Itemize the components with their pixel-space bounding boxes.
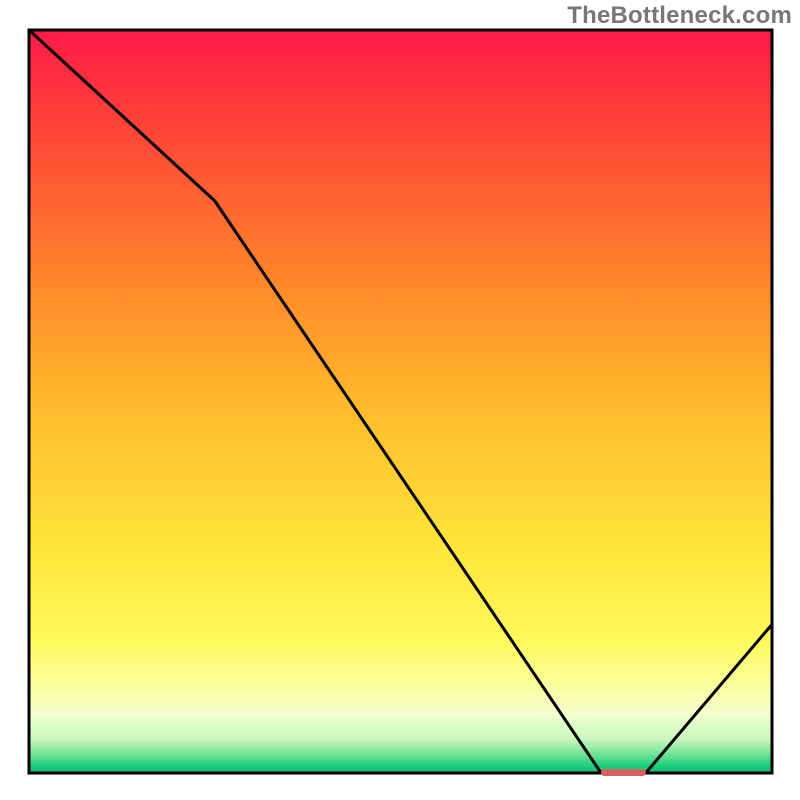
- watermark-text: TheBottleneck.com: [567, 2, 792, 30]
- optimal-marker: [601, 769, 646, 776]
- bottleneck-chart: [0, 0, 800, 800]
- chart-container: TheBottleneck.com: [0, 0, 800, 800]
- plot-background: [29, 30, 772, 773]
